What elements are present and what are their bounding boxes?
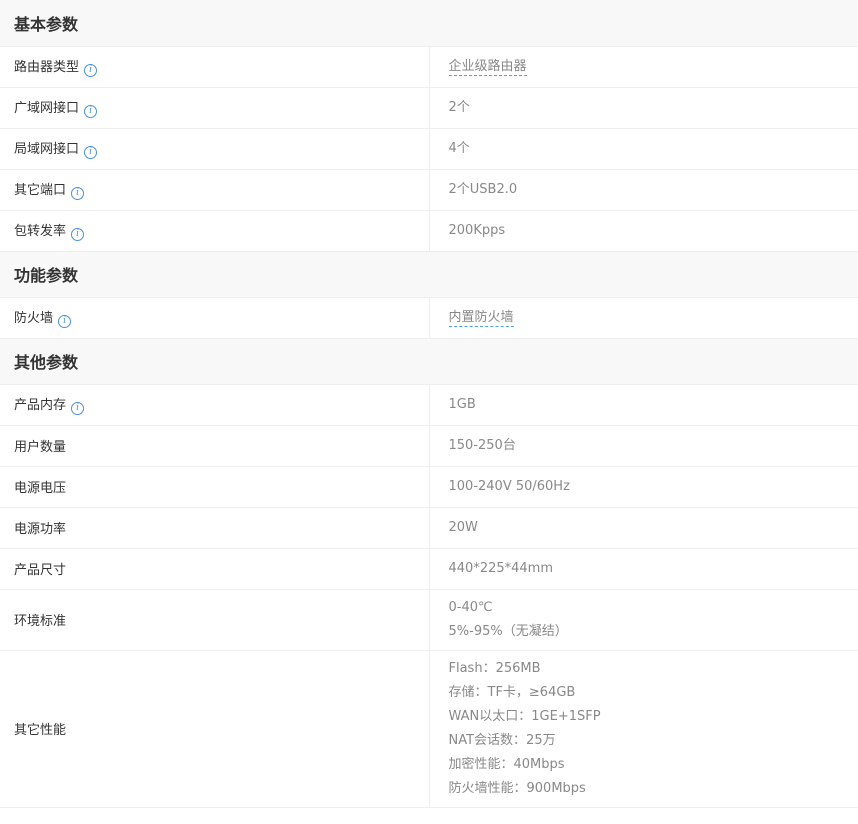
spec-value: 4个 (448, 140, 470, 156)
section-header: 其他参数 (0, 338, 858, 385)
spec-name-cell: 其它性能 (0, 650, 430, 808)
spec-value: WAN以太口：1GE+1SFP (448, 708, 601, 724)
spec-name-cell: 包转发率 i (0, 210, 430, 252)
spec-name-cell: 环境标准 (0, 589, 430, 651)
spec-value-cell: 440*225*44mm (429, 548, 858, 590)
spec-value-cell: 100-240V 50/60Hz (429, 466, 858, 508)
spec-name: 其它性能 (14, 723, 67, 738)
info-icon[interactable]: i (84, 64, 98, 77)
spec-value-cell: 4个 (429, 128, 858, 170)
info-icon[interactable]: i (58, 315, 72, 328)
spec-name-cell: 防火墙 i (0, 297, 430, 339)
section-title: 其他参数 (0, 338, 858, 385)
info-icon[interactable]: i (84, 146, 98, 159)
info-icon[interactable]: i (84, 105, 98, 118)
spec-value-link[interactable]: 企业级路由器 (448, 58, 527, 76)
spec-row: 电源功率 20W (0, 507, 858, 549)
spec-value-cell: 2个USB2.0 (429, 169, 858, 211)
spec-name-cell: 路由器类型 i (0, 46, 430, 88)
spec-table: 基本参数路由器类型 i 企业级路由器广域网接口 i 2个局域网接口 i 4个其它端口 i 2个U… (0, 0, 858, 808)
spec-row: 电源电压 100-240V 50/60Hz (0, 466, 858, 508)
spec-row: 防火墙 i 内置防火墙 (0, 297, 858, 339)
spec-row: 用户数量 150-250台 (0, 425, 858, 467)
spec-value-link[interactable]: 内置防火墙 (448, 309, 514, 327)
info-icon[interactable]: i (71, 402, 85, 415)
spec-value-cell: 0-40℃ 5%-95%（无凝结） (429, 589, 858, 651)
spec-name-cell: 局域网接口 i (0, 128, 430, 170)
info-icon[interactable]: i (71, 228, 85, 241)
spec-row: 包转发率 i 200Kpps (0, 210, 858, 252)
spec-name: 其它端口 (14, 183, 67, 198)
spec-name: 产品尺寸 (14, 563, 67, 578)
spec-table-body: 基本参数路由器类型 i 企业级路由器广域网接口 i 2个局域网接口 i 4个其它端口 i 2个U… (0, 0, 858, 808)
spec-name-cell: 电源功率 (0, 507, 430, 549)
spec-value: 440*225*44mm (448, 560, 554, 576)
spec-value: 0-40℃ (448, 599, 493, 615)
spec-value: 20W (448, 519, 478, 535)
section-title: 基本参数 (0, 0, 858, 47)
spec-name-cell: 用户数量 (0, 425, 430, 467)
spec-value: 200Kpps (448, 222, 506, 238)
spec-name: 广域网接口 (14, 101, 80, 116)
spec-name-cell: 产品内存 i (0, 384, 430, 426)
spec-name-cell: 其它端口 i (0, 169, 430, 211)
spec-row: 路由器类型 i 企业级路由器 (0, 46, 858, 88)
spec-name: 电源电压 (14, 481, 67, 496)
spec-row: 产品尺寸 440*225*44mm (0, 548, 858, 590)
spec-name: 局域网接口 (14, 142, 80, 157)
spec-value-cell: 150-250台 (429, 425, 858, 467)
spec-value-cell: 20W (429, 507, 858, 549)
spec-value-cell: 2个 (429, 87, 858, 129)
spec-name: 包转发率 (14, 224, 67, 239)
section-header: 基本参数 (0, 0, 858, 47)
spec-value-cell: Flash：256MB 存储：TF卡，≥64GB WAN以太口：1GE+1SFP NA… (429, 650, 858, 808)
spec-name-cell: 电源电压 (0, 466, 430, 508)
spec-value-cell: 1GB (429, 384, 858, 426)
spec-value: 5%-95%（无凝结） (448, 623, 568, 639)
spec-row: 其它性能 Flash：256MB 存储：TF卡，≥64GB WAN以太口：1GE+1S… (0, 650, 858, 808)
spec-name: 电源功率 (14, 522, 67, 537)
spec-name: 防火墙 (14, 311, 54, 326)
spec-value: 加密性能：40Mbps (448, 756, 565, 772)
spec-value: 150-250台 (448, 437, 516, 453)
spec-value-cell: 内置防火墙 (429, 297, 858, 339)
section-title: 功能参数 (0, 251, 858, 298)
spec-value: 防火墙性能：900Mbps (448, 780, 586, 796)
spec-row: 产品内存 i 1GB (0, 384, 858, 426)
spec-row: 环境标准 0-40℃ 5%-95%（无凝结） (0, 589, 858, 651)
section-header: 功能参数 (0, 251, 858, 298)
spec-name: 产品内存 (14, 398, 67, 413)
spec-row: 广域网接口 i 2个 (0, 87, 858, 129)
spec-value: 2个 (448, 99, 470, 115)
spec-value: 1GB (448, 396, 476, 412)
spec-name-cell: 广域网接口 i (0, 87, 430, 129)
spec-value: Flash：256MB (448, 660, 541, 676)
spec-name-cell: 产品尺寸 (0, 548, 430, 590)
spec-name: 环境标准 (14, 614, 67, 629)
spec-value: NAT会话数：25万 (448, 732, 556, 748)
spec-name: 用户数量 (14, 440, 67, 455)
spec-value-cell: 200Kpps (429, 210, 858, 252)
spec-value-cell: 企业级路由器 (429, 46, 858, 88)
spec-value: 存储：TF卡，≥64GB (448, 684, 576, 700)
spec-name: 路由器类型 (14, 60, 80, 75)
spec-row: 其它端口 i 2个USB2.0 (0, 169, 858, 211)
info-icon[interactable]: i (71, 187, 85, 200)
spec-row: 局域网接口 i 4个 (0, 128, 858, 170)
spec-value: 100-240V 50/60Hz (448, 478, 570, 494)
spec-value: 2个USB2.0 (448, 181, 518, 197)
